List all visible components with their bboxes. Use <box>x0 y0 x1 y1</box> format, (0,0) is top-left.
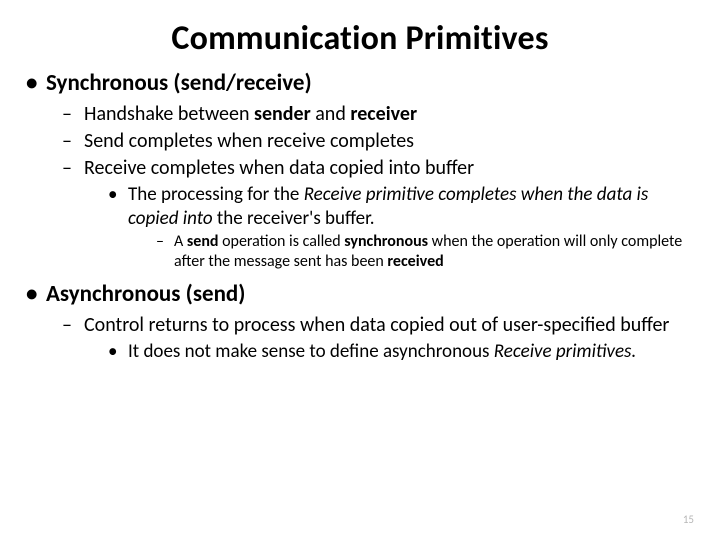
slide: Communication Primitives Synchronous (se… <box>0 0 720 540</box>
async-sublist: Control returns to process when data cop… <box>46 313 698 364</box>
async-point-control-returns: Control returns to process when data cop… <box>60 313 698 364</box>
sync-point-receive-completes: Receive completes when data copied into … <box>60 156 698 273</box>
text: Receive primitives. <box>494 340 636 363</box>
text: sender <box>254 102 311 126</box>
topic-asynchronous-label: Asynchronous (send) <box>46 280 245 308</box>
text: Control returns to process when data cop… <box>84 313 669 337</box>
slide-title: Communication Primitives <box>22 18 698 59</box>
sync-sublist: Handshake between sender and receiver Se… <box>46 102 698 273</box>
text: Handshake between <box>84 102 254 126</box>
text: the receiver's buffer. <box>213 207 375 230</box>
sync-point-send-completes: Send completes when receive completes <box>60 129 698 154</box>
text: received <box>387 252 443 271</box>
topic-synchronous: Synchronous (send/receive) Handshake bet… <box>22 69 698 272</box>
text: The processing for the <box>128 183 304 206</box>
text: and <box>311 102 351 126</box>
topic-synchronous-label: Synchronous (send/receive) <box>46 69 312 97</box>
sync-point-handshake: Handshake between sender and receiver <box>60 102 698 127</box>
text: operation is called <box>218 232 344 251</box>
topic-asynchronous: Asynchronous (send) Control returns to p… <box>22 280 698 364</box>
detail-async-receive: It does not make sense to define asynchr… <box>106 340 698 364</box>
text: send <box>187 232 219 251</box>
bullet-list: Synchronous (send/receive) Handshake bet… <box>22 69 698 364</box>
page-number: 15 <box>683 513 694 526</box>
text: A <box>174 232 187 251</box>
async-detail: It does not make sense to define asynchr… <box>84 340 698 364</box>
sync-receive-detail: The processing for the Receive primitive… <box>84 183 698 273</box>
text: synchronous <box>344 232 428 251</box>
text: It does not make sense to define asynchr… <box>128 340 494 363</box>
text: Receive completes when data copied into … <box>84 156 474 180</box>
definition-synchronous-send: A send operation is called synchronous w… <box>154 232 698 272</box>
detail-receive-primitive: The processing for the Receive primitive… <box>106 183 698 273</box>
text: receiver <box>350 102 417 126</box>
sync-send-definition: A send operation is called synchronous w… <box>128 232 698 272</box>
